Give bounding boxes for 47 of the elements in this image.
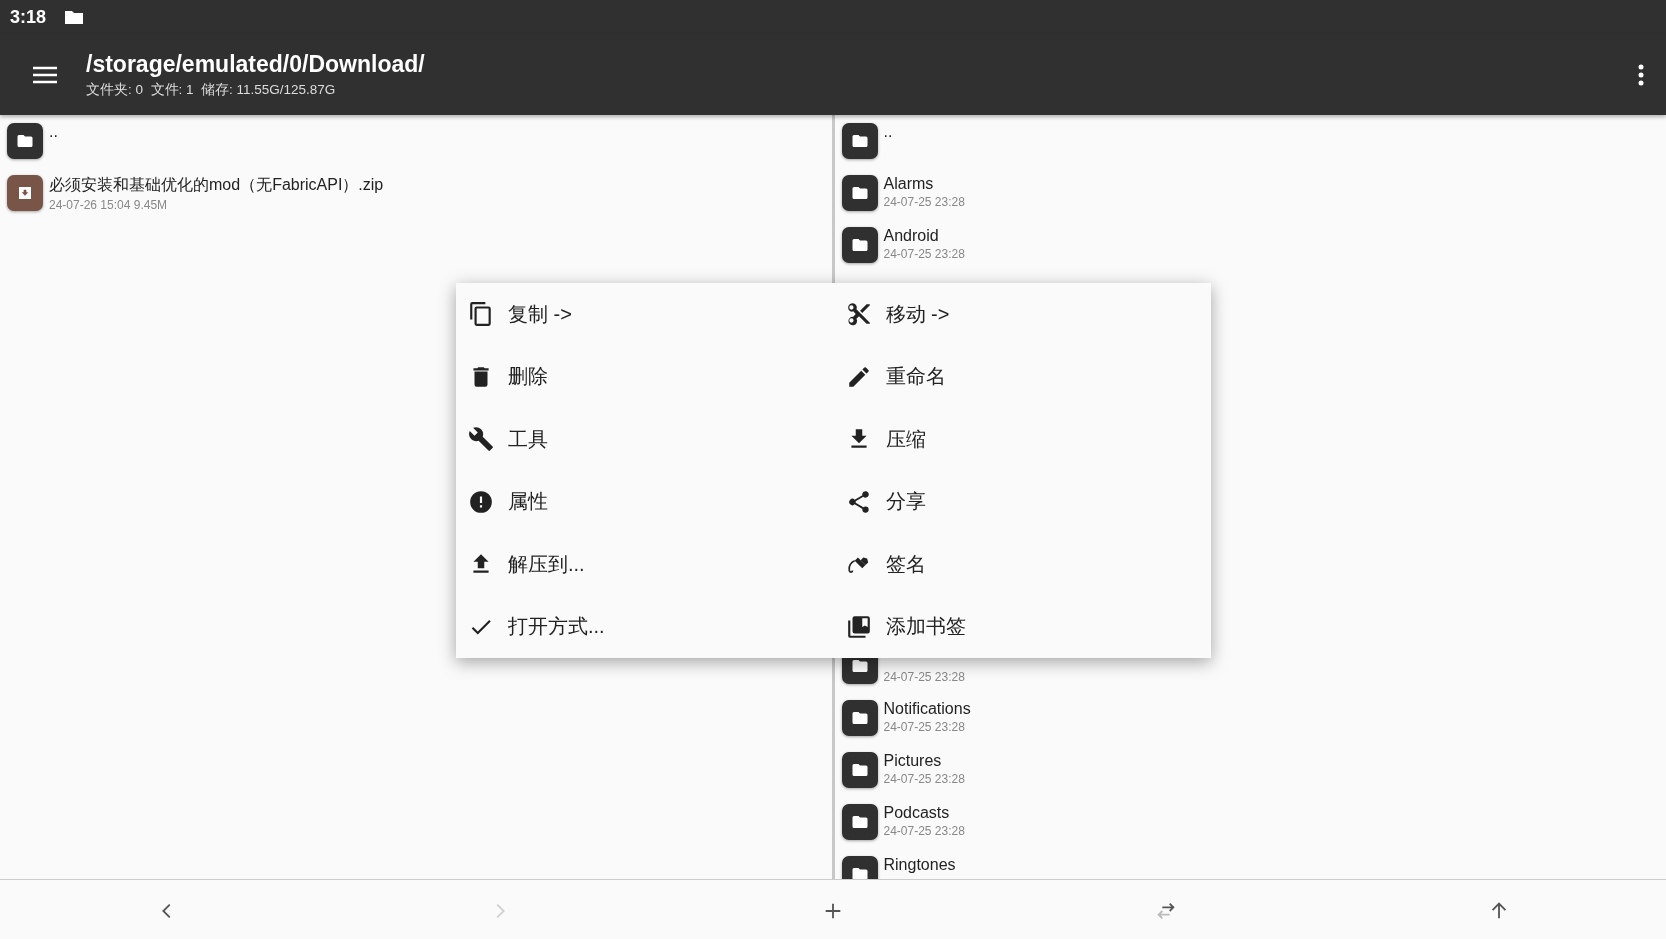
file-name[interactable]: Alarms — [883, 175, 965, 193]
folder-icon — [841, 175, 878, 211]
file-meta: 24-07-25 23:28 — [883, 247, 965, 261]
file-name[interactable]: .. — [883, 123, 893, 141]
menu-item[interactable]: 移动 -> — [833, 283, 1211, 346]
file-meta: 24-07-25 23:28 — [883, 195, 965, 209]
file-name[interactable]: Android — [883, 227, 965, 245]
alert-icon — [468, 488, 494, 515]
folder-icon — [841, 804, 878, 840]
folder-icon — [64, 9, 85, 25]
file-name[interactable]: Pictures — [883, 752, 965, 770]
menu-item[interactable]: 分享 — [833, 470, 1211, 533]
menu-item[interactable]: 属性 — [456, 470, 834, 533]
file-name[interactable]: 必须安装和基础优化的mod（无FabricAPI）.zip — [49, 175, 384, 196]
menu-item[interactable]: 签名 — [833, 533, 1211, 596]
menu-item[interactable]: 工具 — [456, 408, 834, 471]
folder-icon — [7, 123, 43, 159]
archive-icon — [7, 175, 43, 211]
current-path: /storage/emulated/0/Download/ — [86, 50, 426, 78]
folder-icon — [841, 227, 878, 263]
scissors-icon — [845, 301, 872, 328]
menu-item[interactable]: 打开方式... — [456, 595, 834, 658]
file-meta: 24-07-25 23:28 — [883, 772, 965, 786]
menu-item[interactable]: 删除 — [456, 345, 834, 408]
bookmarks-icon — [845, 613, 872, 640]
copy-icon — [468, 301, 494, 328]
menu-item[interactable]: 重命名 — [833, 345, 1211, 408]
folder-icon — [841, 123, 878, 159]
file-name[interactable]: Ringtones — [883, 856, 956, 874]
file-meta: 24-07-25 23:28 — [883, 720, 966, 734]
menu-icon[interactable] — [32, 64, 58, 85]
menu-item[interactable]: 解压到... — [456, 533, 834, 596]
menu-item[interactable]: 压缩 — [833, 408, 1211, 471]
wrench-icon — [468, 426, 494, 453]
folder-icon — [841, 700, 878, 736]
file-name[interactable]: Podcasts — [883, 804, 965, 822]
menu-item[interactable]: 添加书签 — [833, 595, 1211, 658]
file-meta: 24-07-25 23:28 — [883, 670, 965, 684]
status-time: 3:18 — [10, 6, 47, 28]
menu-item[interactable]: 复制 -> — [456, 283, 834, 346]
storage-info: 文件夹: 0 文件: 1 储存: 11.55G/125.87G — [86, 80, 337, 99]
more-options-icon[interactable] — [1638, 63, 1644, 86]
file-name[interactable]: .. — [49, 123, 58, 141]
file-meta: 24-07-25 23:28 — [883, 824, 965, 838]
file-meta: 24-07-26 15:04 9.45M — [49, 198, 169, 212]
folder-icon — [841, 752, 878, 788]
file-name[interactable]: Notifications — [883, 700, 971, 718]
